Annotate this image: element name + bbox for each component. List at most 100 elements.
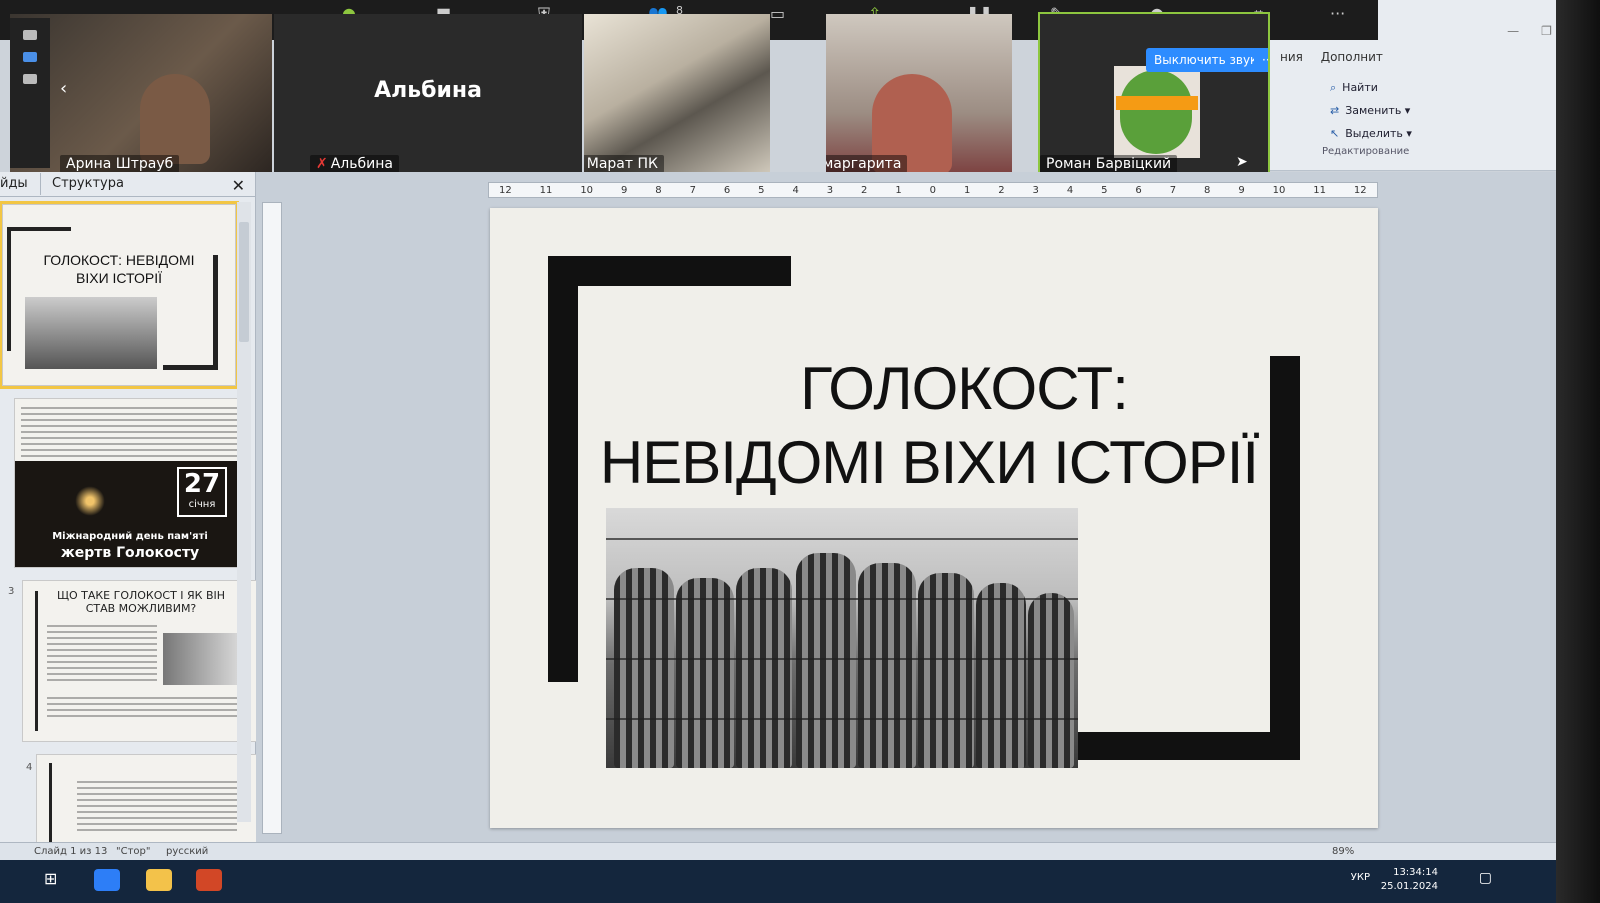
thumb-text-block <box>77 781 237 831</box>
ruler-tick: 10 <box>1272 184 1286 196</box>
panel-scrollbar[interactable] <box>237 202 251 822</box>
candles-icon <box>45 481 135 521</box>
thumb-photo <box>163 633 243 685</box>
participant-name: Марат ПК <box>586 156 658 172</box>
ruler-tick: 10 <box>580 184 594 196</box>
select-button[interactable]: ↖ Выделить ▾ <box>1330 122 1412 145</box>
panel-tabs: йды Структура ✕ <box>0 172 255 197</box>
thumb-frame <box>49 763 52 843</box>
thumb-banner: 27 січня Міжнародний день пам'яті жертв … <box>15 461 245 567</box>
slide-counter: Слайд 1 из 13 <box>34 846 108 857</box>
ruler-tick: 6 <box>723 184 731 196</box>
video-tile[interactable]: ✗Марат ПК <box>584 14 770 179</box>
find-label: Найти <box>1342 81 1378 94</box>
ruler-tick: 7 <box>1169 184 1177 196</box>
keyboard-language[interactable]: УКР <box>1351 872 1370 883</box>
theme-name: "Стор" <box>116 846 151 857</box>
participant-big-name: Альбина <box>374 78 482 103</box>
slide-thumbnail-4[interactable] <box>36 754 268 844</box>
ribbon-tab-addins[interactable]: Дополнит <box>1321 50 1383 64</box>
slide-number: 4 <box>26 762 33 773</box>
mouse-cursor-icon: ➤ <box>1236 154 1248 170</box>
binoculars-icon: ⌕ <box>1330 81 1337 94</box>
vertical-ruler <box>262 202 282 834</box>
restore-icon[interactable]: ❐ <box>1541 24 1552 38</box>
more-options-icon[interactable]: ··· <box>1330 4 1345 23</box>
ruler-tick: 5 <box>758 184 765 196</box>
participant-name-row: ✗Марат ПК <box>584 155 664 173</box>
clock-date: 25.01.2024 <box>1380 881 1438 892</box>
slide-editor: 12 11 10 9 8 7 6 5 4 3 2 1 0 1 2 3 4 5 6 7 8 9 10 11 12 ГОЛОКОСТ… <box>256 172 1556 842</box>
slide-title-line2[interactable]: НЕВІДОМІ ВІХИ ІСТОРІЇ <box>490 430 1378 496</box>
ruler-tick: 3 <box>826 184 834 196</box>
monitor-bezel <box>1556 0 1600 903</box>
unmute-button[interactable]: Выключить звук <box>1146 48 1266 72</box>
windows-start-icon[interactable]: ⊞ <box>44 869 70 891</box>
chevron-left-icon[interactable]: ‹ <box>60 78 67 99</box>
system-clock[interactable]: 13:34:14 25.01.2024 <box>1381 866 1438 894</box>
slide-title-line1[interactable]: ГОЛОКОСТ: <box>490 356 1378 422</box>
editing-group: ⌕ Найти ⇄ Заменить ▾ ↖ Выделить ▾ <box>1330 76 1412 145</box>
thumb-text-block <box>21 407 239 457</box>
photo-figure <box>676 578 734 768</box>
ruler-tick: 4 <box>1066 184 1074 196</box>
file-explorer-icon[interactable] <box>146 869 172 891</box>
video-tile-active-speaker[interactable]: Выключить звук ··· Роман Барвіцкий ➤ <box>1038 12 1270 181</box>
date-number: 27 <box>183 469 221 499</box>
sidebar-icon[interactable] <box>23 30 37 40</box>
zoom-level[interactable]: 89% <box>1332 846 1354 857</box>
grid-icon[interactable] <box>23 74 37 84</box>
ruler-tick: 8 <box>1204 184 1211 196</box>
avatar-mask <box>1116 96 1198 110</box>
scrollbar-thumb[interactable] <box>239 222 249 342</box>
editing-group-label: Редактирование <box>1322 146 1410 157</box>
sidebar-icon[interactable] <box>23 52 37 62</box>
tab-outline[interactable]: Структура <box>52 176 124 191</box>
thumb-text-block <box>47 697 237 717</box>
slides-panel: йды Структура ✕ ГОЛОКОСТ: НЕВІДОМІ ВІХИ … <box>0 172 268 844</box>
thumb-caption: жертв Голокосту <box>60 545 200 561</box>
windows-taskbar: ⊞ УКР 13:34:14 25.01.2024 ▢ <box>0 860 1556 903</box>
ruler-tick: 2 <box>998 184 1005 196</box>
participant-name-row: ✗маргарита <box>826 155 908 173</box>
participant-name: Роман Барвіцкий <box>1040 155 1178 173</box>
slide-thumbnail-1[interactable]: ГОЛОКОСТ: НЕВІДОМІ ВІХИ ІСТОРІЇ <box>0 201 239 389</box>
tab-slides[interactable]: йды <box>0 176 28 191</box>
slide-number: 3 <box>8 586 15 597</box>
participant-name: Альбина <box>330 156 393 172</box>
barbed-wire <box>606 598 1078 600</box>
photo-figure <box>976 583 1026 768</box>
thumb-caption: Міжнародний день пам'яті <box>52 531 208 542</box>
participant-name: маргарита <box>826 156 902 172</box>
video-tile[interactable]: ✗маргарита <box>826 14 1012 179</box>
language-indicator: русский <box>166 846 209 857</box>
close-panel-icon[interactable]: ✕ <box>232 176 245 195</box>
photo-figure <box>796 553 856 768</box>
select-label: Выделить ▾ <box>1345 127 1412 140</box>
ruler-tick: 0 <box>929 184 937 196</box>
clock-time: 13:34:14 <box>1393 867 1438 878</box>
participant-avatar <box>1114 66 1200 158</box>
slide-thumbnail-3[interactable]: ЩО ТАКЕ ГОЛОКОСТ І ЯК ВІН СТАВ МОЖЛИВИМ? <box>22 580 260 742</box>
replace-button[interactable]: ⇄ Заменить ▾ <box>1330 99 1412 122</box>
video-tile[interactable]: ‹ Арина Штрауб <box>10 14 272 179</box>
find-button[interactable]: ⌕ Найти <box>1330 76 1412 99</box>
zoom-app-icon[interactable] <box>94 869 120 891</box>
barbed-wire <box>606 658 1078 660</box>
video-tile[interactable]: Альбина ✗ Альбина <box>274 14 582 179</box>
historical-photo[interactable] <box>606 508 1078 768</box>
replace-icon: ⇄ <box>1330 104 1340 117</box>
thumb-title: ГОЛОКОСТ: НЕВІДОМІ ВІХИ ІСТОРІЇ <box>43 252 195 286</box>
avatar-face <box>1120 70 1192 154</box>
ruler-tick: 9 <box>1238 184 1245 196</box>
minimize-icon[interactable]: — <box>1507 24 1519 38</box>
meeting-sidebar <box>10 18 50 168</box>
more-button[interactable]: ··· <box>1254 48 1268 72</box>
powerpoint-app-icon[interactable] <box>196 869 222 891</box>
participant-name: Арина Штрауб <box>60 155 180 173</box>
current-slide[interactable]: ГОЛОКОСТ: НЕВІДОМІ ВІХИ ІСТОРІЇ <box>490 208 1378 828</box>
notifications-icon[interactable]: ▢ <box>1479 870 1492 886</box>
cursor-icon: ↖ <box>1330 127 1340 140</box>
ribbon-tab-view[interactable]: ния <box>1280 50 1303 64</box>
slide-thumbnail-2[interactable]: 27 січня Міжнародний день пам'яті жертв … <box>14 398 246 568</box>
